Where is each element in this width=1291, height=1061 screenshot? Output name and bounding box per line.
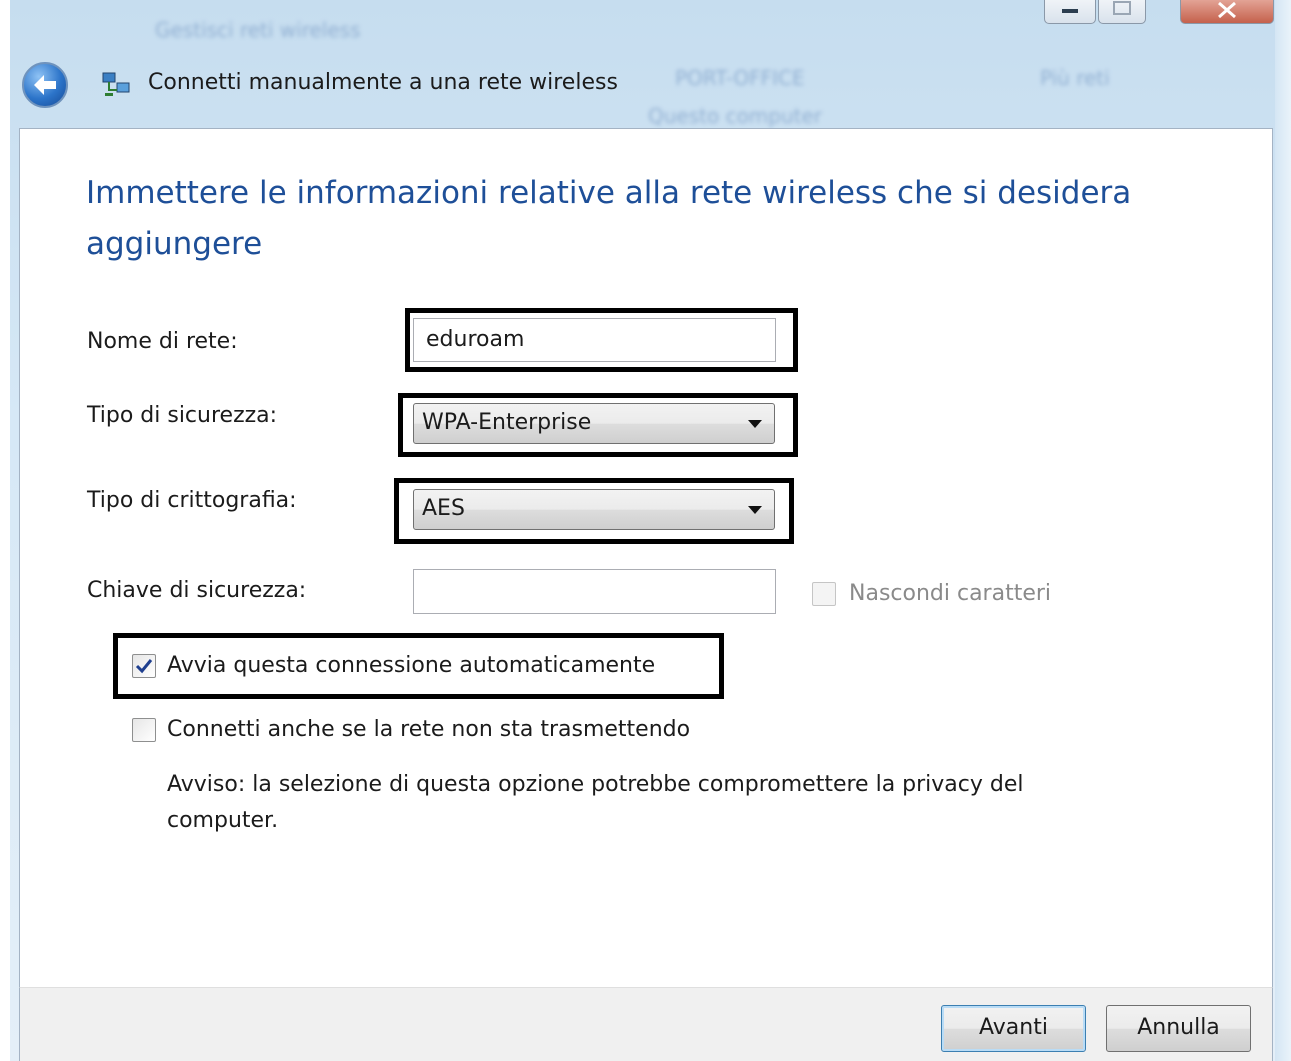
minimize-button[interactable] bbox=[1044, 0, 1096, 24]
connect-hidden-checkbox[interactable] bbox=[132, 718, 156, 742]
back-button[interactable] bbox=[22, 62, 68, 108]
security-type-select[interactable]: WPA-Enterprise bbox=[413, 403, 775, 444]
network-name-label: Nome di rete: bbox=[87, 329, 238, 354]
dialog-titlebar: Connetti manualmente a una rete wireless bbox=[18, 60, 918, 110]
close-button[interactable] bbox=[1180, 0, 1274, 24]
encryption-type-value: AES bbox=[422, 496, 465, 521]
security-type-value: WPA-Enterprise bbox=[422, 410, 592, 435]
checkmark-icon bbox=[135, 659, 153, 674]
window-controls bbox=[1040, 0, 1275, 26]
hide-characters-label: Nascondi caratteri bbox=[849, 581, 1052, 606]
auto-start-checkbox[interactable] bbox=[132, 654, 156, 678]
close-icon bbox=[1218, 1, 1236, 19]
maximize-icon bbox=[1113, 1, 1131, 15]
window-left-edge bbox=[0, 0, 10, 1061]
network-name-input[interactable] bbox=[413, 318, 776, 362]
dialog-title: Connetti manualmente a una rete wireless bbox=[148, 70, 618, 95]
security-key-label: Chiave di sicurezza: bbox=[87, 578, 307, 603]
security-key-input[interactable] bbox=[413, 569, 776, 614]
connect-hidden-label: Connetti anche se la rete non sta trasme… bbox=[167, 717, 691, 742]
auto-start-label: Avvia questa connessione automaticamente bbox=[167, 653, 656, 678]
back-arrow-icon bbox=[34, 75, 56, 95]
network-computers-icon bbox=[102, 72, 130, 96]
encryption-type-label: Tipo di crittografia: bbox=[87, 488, 297, 513]
hide-characters-checkbox[interactable] bbox=[812, 582, 836, 606]
chevron-down-icon bbox=[748, 506, 762, 514]
background-blur-text: Più reti bbox=[1040, 66, 1110, 90]
encryption-type-select[interactable]: AES bbox=[413, 489, 775, 530]
cancel-button[interactable]: Annulla bbox=[1106, 1005, 1251, 1052]
security-type-label: Tipo di sicurezza: bbox=[87, 403, 278, 428]
privacy-warning-text: Avviso: la selezione di questa opzione p… bbox=[167, 772, 1024, 833]
page-heading: Immettere le informazioni relative alla … bbox=[86, 175, 1132, 262]
chevron-down-icon bbox=[748, 420, 762, 428]
window-right-edge bbox=[1275, 0, 1291, 1061]
background-blur-text: Gestisci reti wireless bbox=[155, 18, 361, 42]
maximize-button[interactable] bbox=[1098, 0, 1146, 24]
next-button[interactable]: Avanti bbox=[941, 1005, 1086, 1052]
minimize-icon bbox=[1062, 9, 1078, 13]
